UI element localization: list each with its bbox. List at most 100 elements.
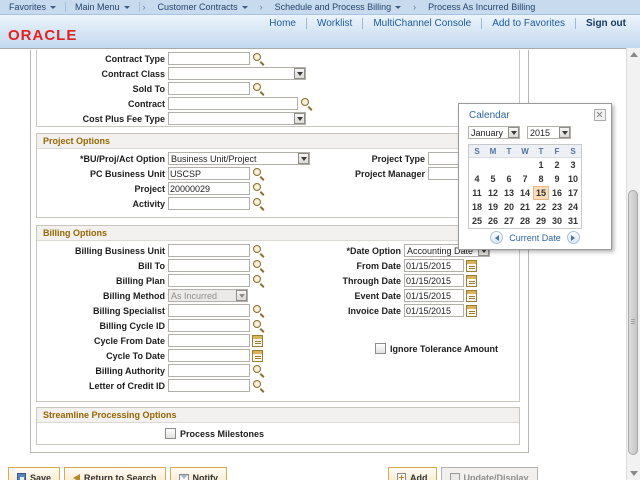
scroll-down-icon[interactable] xyxy=(630,471,638,476)
lookup-icon[interactable] xyxy=(252,52,265,65)
breadcrumb-item-customer-contracts[interactable]: Customer Contracts xyxy=(149,0,257,14)
event-date-input[interactable] xyxy=(404,289,464,302)
lookup-icon[interactable] xyxy=(252,197,265,210)
current-date-link[interactable]: Current Date xyxy=(509,233,561,243)
calendar-icon[interactable] xyxy=(252,335,263,347)
breadcrumb-item-main-menu[interactable]: Main Menu xyxy=(66,0,139,14)
through-date-input[interactable] xyxy=(404,274,464,287)
calendar-month-select[interactable]: January xyxy=(468,126,520,139)
contract-input[interactable] xyxy=(168,97,298,110)
calendar-day-cell[interactable]: 14 xyxy=(517,186,533,200)
activity-input[interactable] xyxy=(168,197,250,210)
calendar-day-cell[interactable]: 8 xyxy=(533,172,549,186)
scroll-up-icon[interactable] xyxy=(630,52,638,57)
calendar-day-cell[interactable]: 17 xyxy=(565,186,581,200)
breadcrumb-item-schedule-process-billing[interactable]: Schedule and Process Billing xyxy=(266,0,411,14)
calendar-day-cell[interactable]: 11 xyxy=(469,186,485,200)
calendar-day-cell[interactable]: 3 xyxy=(565,158,581,172)
calendar-day-cell[interactable]: 9 xyxy=(549,172,565,186)
calendar-day-cell[interactable]: 16 xyxy=(549,186,565,200)
add-button[interactable]: Add xyxy=(388,467,437,480)
ignore-tolerance-checkbox[interactable] xyxy=(375,343,386,354)
lookup-icon[interactable] xyxy=(252,274,265,287)
calendar-icon[interactable] xyxy=(252,350,263,362)
calendar-day-cell[interactable]: 29 xyxy=(533,214,549,228)
select-arrow-icon[interactable] xyxy=(294,113,305,124)
calendar-day-cell[interactable]: 4 xyxy=(469,172,485,186)
calendar-day-cell[interactable]: 7 xyxy=(517,172,533,186)
lookup-icon[interactable] xyxy=(252,259,265,272)
lookup-icon[interactable] xyxy=(252,82,265,95)
home-link[interactable]: Home xyxy=(259,18,306,29)
calendar-day-cell[interactable]: 6 xyxy=(501,172,517,186)
project-input[interactable] xyxy=(168,182,250,195)
calendar-day-cell[interactable]: 26 xyxy=(485,214,501,228)
select-arrow-icon[interactable] xyxy=(559,127,570,138)
calendar-day-cell[interactable]: 28 xyxy=(517,214,533,228)
lookup-icon[interactable] xyxy=(252,304,265,317)
contract-type-input[interactable] xyxy=(168,52,250,65)
lookup-icon[interactable] xyxy=(252,379,265,392)
lookup-icon[interactable] xyxy=(252,182,265,195)
billing-business-unit-input[interactable] xyxy=(168,244,250,257)
contract-class-select[interactable] xyxy=(168,67,306,80)
bill-to-input[interactable] xyxy=(168,259,250,272)
sign-out-link[interactable]: Sign out xyxy=(575,18,636,29)
cycle-to-date-input[interactable] xyxy=(168,349,250,362)
from-date-input[interactable] xyxy=(404,259,464,272)
calendar-icon[interactable] xyxy=(466,260,477,272)
lookup-icon[interactable] xyxy=(252,364,265,377)
calendar-day-cell[interactable]: 20 xyxy=(501,200,517,214)
letter-of-credit-id-input[interactable] xyxy=(168,379,250,392)
calendar-year-select[interactable]: 2015 xyxy=(527,126,571,139)
next-date-icon[interactable] xyxy=(567,231,580,244)
calendar-day-cell[interactable]: 12 xyxy=(485,186,501,200)
select-arrow-icon[interactable] xyxy=(508,127,519,138)
calendar-day-cell[interactable]: 22 xyxy=(533,200,549,214)
select-arrow-icon[interactable] xyxy=(294,68,305,79)
calendar-day-cell[interactable]: 27 xyxy=(501,214,517,228)
lookup-icon[interactable] xyxy=(252,167,265,180)
billing-plan-input[interactable] xyxy=(168,274,250,287)
save-button[interactable]: Save xyxy=(8,467,60,480)
billing-authority-input[interactable] xyxy=(168,364,250,377)
lookup-icon[interactable] xyxy=(252,244,265,257)
previous-date-icon[interactable] xyxy=(490,231,503,244)
notify-button[interactable]: Notify xyxy=(170,467,228,480)
calendar-day-cell[interactable]: 24 xyxy=(565,200,581,214)
calendar-day-cell[interactable]: 21 xyxy=(517,200,533,214)
lookup-icon[interactable] xyxy=(252,319,265,332)
lookup-icon[interactable] xyxy=(300,97,313,110)
multichannel-console-link[interactable]: MultiChannel Console xyxy=(362,18,481,29)
calendar-day-cell[interactable]: 31 xyxy=(565,214,581,228)
calendar-day-cell[interactable]: 30 xyxy=(549,214,565,228)
return-to-search-button[interactable]: Return to Search xyxy=(64,467,166,480)
calendar-day-cell[interactable]: 19 xyxy=(485,200,501,214)
calendar-icon[interactable] xyxy=(466,305,477,317)
cycle-from-date-input[interactable] xyxy=(168,334,250,347)
calendar-day-cell[interactable]: 10 xyxy=(565,172,581,186)
calendar-icon[interactable] xyxy=(466,290,477,302)
calendar-day-cell[interactable]: 5 xyxy=(485,172,501,186)
add-to-favorites-link[interactable]: Add to Favorites xyxy=(481,18,575,29)
invoice-date-input[interactable] xyxy=(404,304,464,317)
calendar-day-cell[interactable]: 1 xyxy=(533,158,549,172)
scrollbar-thumb[interactable] xyxy=(628,190,638,455)
pc-business-unit-input[interactable] xyxy=(168,167,250,180)
billing-cycle-id-input[interactable] xyxy=(168,319,250,332)
breadcrumb-item-favorites[interactable]: Favorites xyxy=(0,0,65,14)
close-icon[interactable] xyxy=(594,109,606,121)
sold-to-input[interactable] xyxy=(168,82,250,95)
billing-specialist-input[interactable] xyxy=(168,304,250,317)
worklist-link[interactable]: Worklist xyxy=(306,18,362,29)
calendar-day-cell[interactable]: 18 xyxy=(469,200,485,214)
calendar-day-cell[interactable]: 23 xyxy=(549,200,565,214)
process-milestones-checkbox[interactable] xyxy=(165,428,176,439)
calendar-day-cell[interactable]: 25 xyxy=(469,214,485,228)
vertical-scrollbar[interactable] xyxy=(626,48,640,480)
calendar-day-cell[interactable]: 15 xyxy=(533,186,549,200)
cost-plus-fee-type-select[interactable] xyxy=(168,112,306,125)
calendar-day-cell[interactable]: 13 xyxy=(501,186,517,200)
calendar-icon[interactable] xyxy=(466,275,477,287)
calendar-day-cell[interactable]: 2 xyxy=(549,158,565,172)
